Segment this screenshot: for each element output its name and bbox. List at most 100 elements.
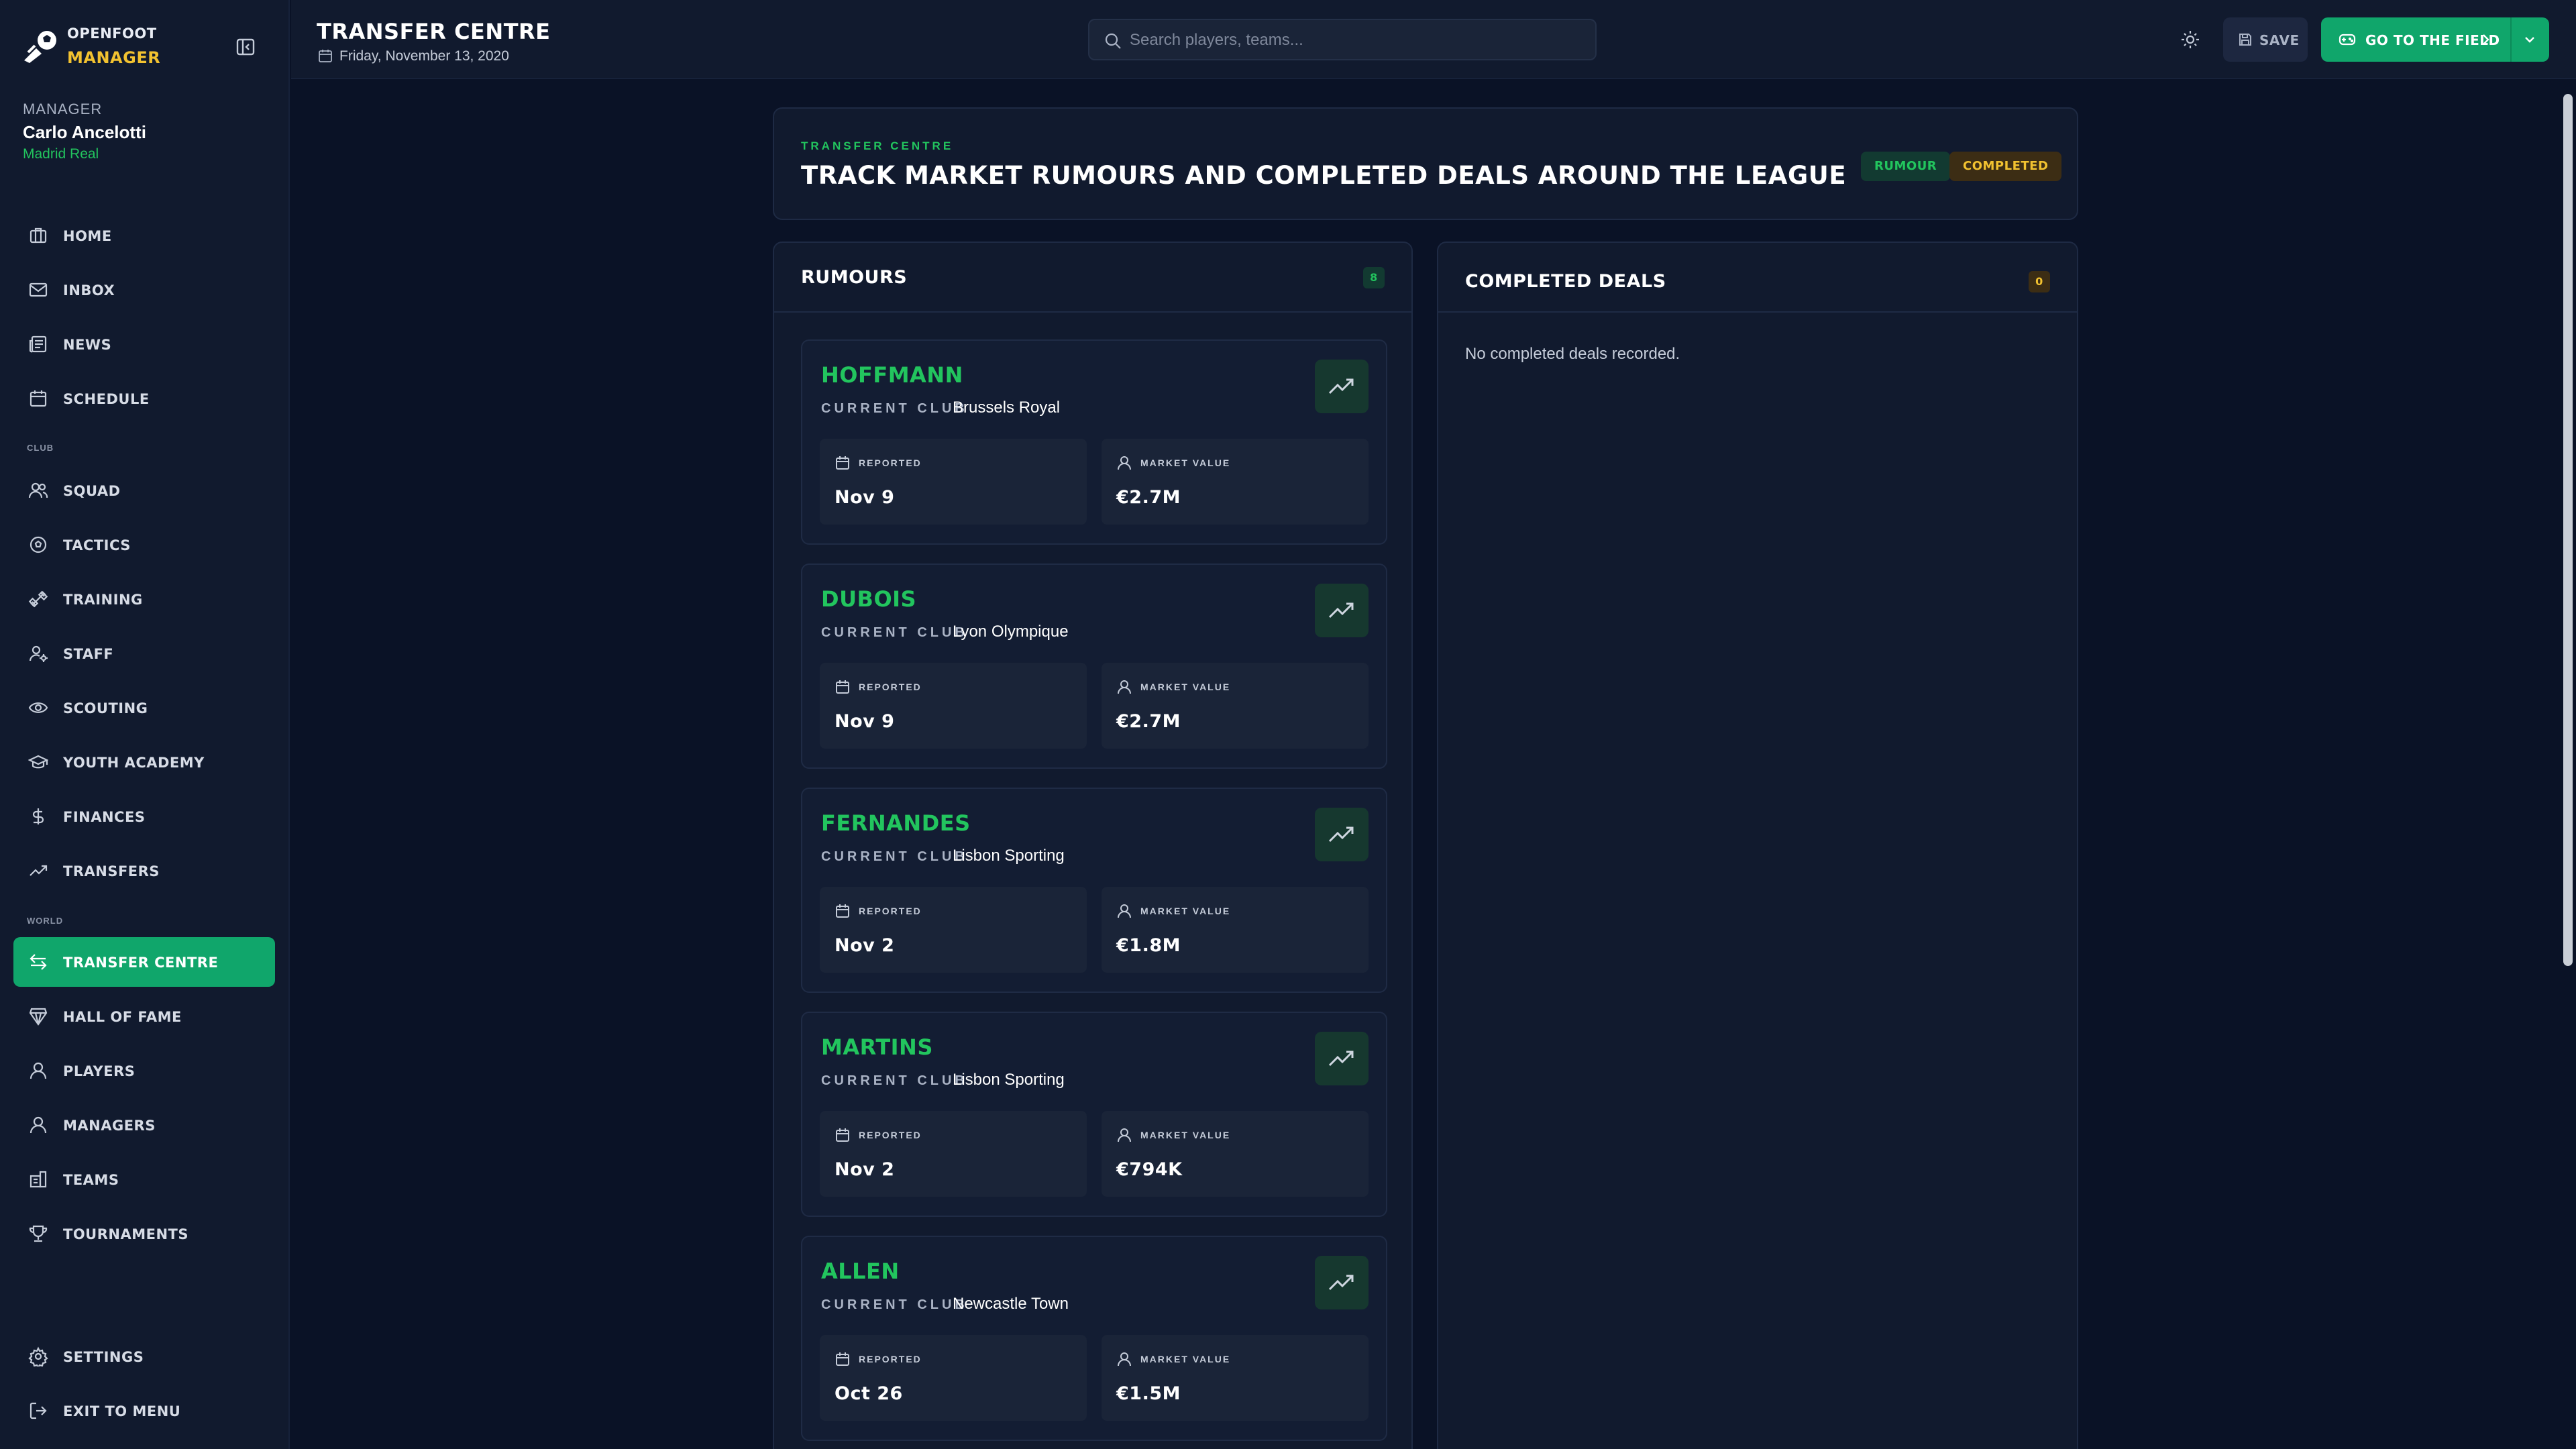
sidebar-item-training[interactable]: TRAINING [13, 574, 275, 624]
graduation-cap-icon [28, 752, 48, 772]
logout-icon [28, 1401, 48, 1421]
empty-state-text: No completed deals recorded. [1465, 345, 1680, 363]
current-club-label: CURRENT CLUB [821, 1297, 968, 1312]
reported-label: REPORTED [859, 682, 922, 692]
user-icon [28, 1115, 48, 1135]
player-name: FERNANDES [821, 810, 971, 836]
sidebar-item-news[interactable]: NEWS [13, 319, 275, 369]
sidebar-item-schedule[interactable]: SCHEDULE [13, 374, 275, 423]
save-button[interactable]: SAVE [2223, 17, 2308, 62]
sidebar-item-scouting[interactable]: SCOUTING [13, 683, 275, 733]
current-club-value: Lyon Olympique [953, 623, 1069, 641]
sidebar: OPENFOOT MANAGER MANAGER Carlo Ancelotti… [0, 0, 290, 1449]
button-divider [2510, 17, 2512, 62]
rumour-card[interactable]: DUBOIS CURRENT CLUB Lyon Olympique REPOR… [801, 564, 1387, 769]
completed-count-badge: 0 [2029, 271, 2050, 292]
trending-up-icon [1315, 584, 1368, 637]
current-club-value: Brussels Royal [953, 398, 1061, 417]
sidebar-item-label: TRANSFERS [63, 863, 160, 879]
market-value: €794K [1116, 1159, 1183, 1180]
chevron-right-icon [2478, 32, 2493, 47]
sidebar-item-tournaments[interactable]: TOURNAMENTS [13, 1209, 275, 1258]
user-icon [1116, 455, 1132, 471]
sidebar-item-managers[interactable]: MANAGERS [13, 1100, 275, 1150]
sidebar-item-label: TEAMS [63, 1172, 119, 1188]
market-value-stat: MARKET VALUE €794K [1102, 1111, 1368, 1197]
sidebar-item-staff[interactable]: STAFF [13, 629, 275, 678]
rumour-legend-badge: RUMOUR [1861, 152, 1951, 181]
manager-club: Madrid Real [23, 146, 99, 162]
market-value-label: MARKET VALUE [1140, 458, 1231, 468]
sidebar-item-settings[interactable]: SETTINGS [13, 1332, 275, 1381]
world-section-label: WORLD [27, 916, 64, 926]
sidebar-item-hall-of-fame[interactable]: HALL OF FAME [13, 991, 275, 1041]
sidebar-item-finances[interactable]: FINANCES [13, 792, 275, 841]
calendar-icon [835, 903, 851, 919]
sidebar-item-label: SETTINGS [63, 1349, 144, 1365]
transfer-centre-header: TRANSFER CENTRE TRACK MARKET RUMOURS AND… [773, 107, 2078, 220]
calendar-icon [835, 679, 851, 695]
sidebar-item-label: TRANSFER CENTRE [63, 955, 219, 971]
user-icon [1116, 1351, 1132, 1367]
sidebar-item-label: TOURNAMENTS [63, 1226, 189, 1242]
player-name: DUBOIS [821, 586, 917, 612]
dumbbell-icon [28, 589, 48, 609]
theme-toggle-button[interactable] [2174, 23, 2207, 56]
sidebar-item-transfers[interactable]: TRANSFERS [13, 846, 275, 896]
go-to-field-button[interactable]: GO TO THE FIELD [2321, 17, 2549, 62]
manager-name: Carlo Ancelotti [23, 122, 146, 142]
chevron-down-icon[interactable] [2522, 32, 2537, 47]
reported-label: REPORTED [859, 1130, 922, 1140]
rumour-card[interactable]: HOFFMANN CURRENT CLUB Brussels Royal REP… [801, 339, 1387, 545]
sidebar-item-label: FINANCES [63, 809, 146, 825]
rumour-card[interactable]: ALLEN CURRENT CLUB Newcastle Town REPORT… [801, 1236, 1387, 1441]
user-cog-icon [28, 643, 48, 663]
sidebar-item-label: TRAINING [63, 592, 143, 608]
reported-stat: REPORTED Nov 9 [820, 663, 1087, 749]
calendar-icon [835, 1351, 851, 1367]
sidebar-item-label: HOME [63, 228, 112, 244]
sidebar-item-label: SCOUTING [63, 700, 148, 716]
sidebar-item-label: TACTICS [63, 537, 131, 553]
trending-up-icon [1315, 808, 1368, 861]
market-value-stat: MARKET VALUE €1.8M [1102, 887, 1368, 973]
user-icon [1116, 903, 1132, 919]
sidebar-item-tactics[interactable]: TACTICS [13, 520, 275, 570]
current-club-label: CURRENT CLUB [821, 625, 968, 640]
rumour-card[interactable]: FERNANDES CURRENT CLUB Lisbon Sporting R… [801, 788, 1387, 993]
sidebar-item-players[interactable]: PLAYERS [13, 1046, 275, 1095]
hero-kicker: TRANSFER CENTRE [801, 140, 954, 152]
sidebar-item-exit[interactable]: EXIT TO MENU [13, 1386, 275, 1436]
market-value-label: MARKET VALUE [1140, 906, 1231, 916]
market-value-label: MARKET VALUE [1140, 1354, 1231, 1364]
user-icon [1116, 1127, 1132, 1143]
sidebar-item-transfer-centre[interactable]: TRANSFER CENTRE [13, 937, 275, 987]
completed-legend-badge: COMPLETED [1949, 152, 2062, 181]
reported-label: REPORTED [859, 458, 922, 468]
scrollbar-thumb[interactable] [2563, 94, 2573, 966]
home-icon [28, 225, 48, 246]
user-icon [28, 1061, 48, 1081]
football-icon [28, 535, 48, 555]
sidebar-item-teams[interactable]: TEAMS [13, 1155, 275, 1204]
sidebar-item-squad[interactable]: SQUAD [13, 466, 275, 515]
calendar-icon [318, 48, 333, 63]
player-name: MARTINS [821, 1034, 933, 1060]
sidebar-item-inbox[interactable]: INBOX [13, 265, 275, 315]
collapse-sidebar-icon[interactable] [235, 36, 256, 58]
search-input[interactable] [1130, 28, 1586, 52]
current-club-value: Newcastle Town [953, 1295, 1069, 1313]
reported-value: Nov 9 [835, 487, 895, 508]
current-club-value: Lisbon Sporting [953, 847, 1065, 865]
calendar-icon [835, 1127, 851, 1143]
sidebar-item-youth-academy[interactable]: YOUTH ACADEMY [13, 737, 275, 787]
trophy-icon [28, 1224, 48, 1244]
current-club-label: CURRENT CLUB [821, 849, 968, 864]
reported-value: Oct 26 [835, 1383, 903, 1404]
market-value-label: MARKET VALUE [1140, 1130, 1231, 1140]
market-value-stat: MARKET VALUE €2.7M [1102, 663, 1368, 749]
sidebar-item-home[interactable]: HOME [13, 211, 275, 260]
rumour-card[interactable]: MARTINS CURRENT CLUB Lisbon Sporting REP… [801, 1012, 1387, 1217]
sun-icon [2180, 30, 2200, 50]
trending-up-icon [1315, 1032, 1368, 1085]
